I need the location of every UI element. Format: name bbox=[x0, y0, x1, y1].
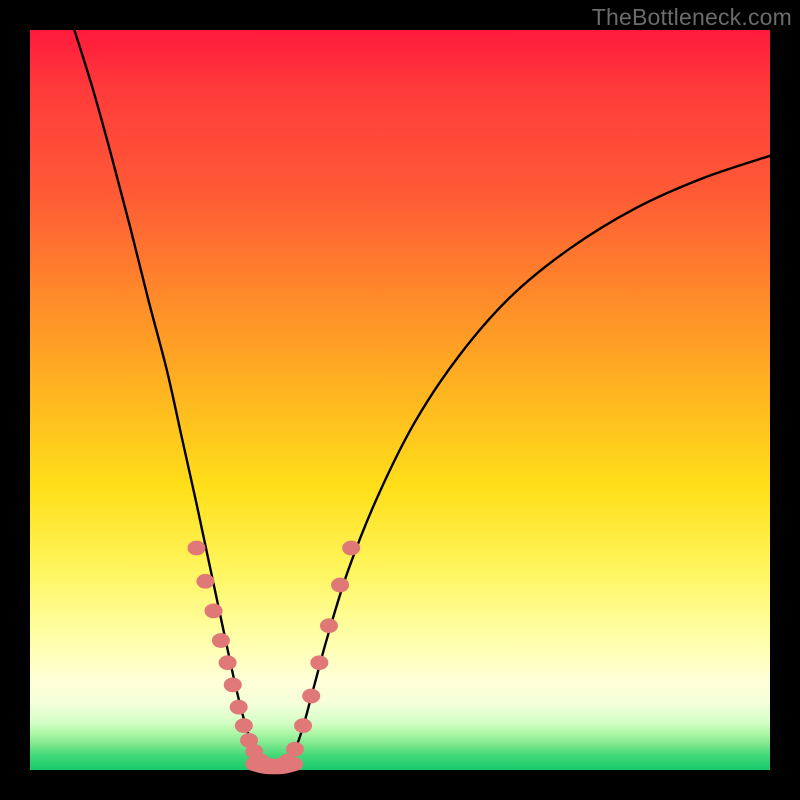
chart-frame: TheBottleneck.com bbox=[0, 0, 800, 800]
left-curve-line bbox=[74, 30, 268, 766]
right-curve-line bbox=[285, 156, 770, 767]
plot-area bbox=[30, 30, 770, 770]
chart-svg bbox=[30, 30, 770, 770]
watermark-text: TheBottleneck.com bbox=[592, 4, 792, 31]
highlight-markers bbox=[188, 541, 361, 773]
